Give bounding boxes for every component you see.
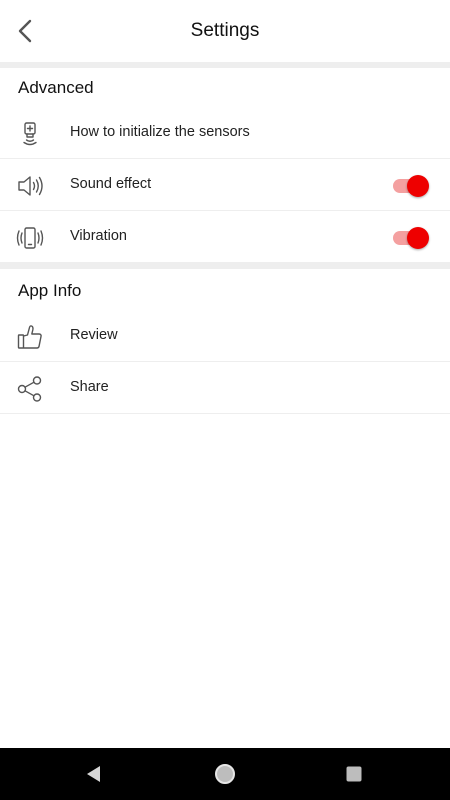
vibration-toggle[interactable] — [391, 226, 429, 249]
settings-row-label: Vibration — [70, 228, 127, 244]
settings-row-review[interactable]: Review — [0, 310, 450, 362]
section-header-app-info: App Info — [18, 281, 82, 300]
settings-screen: Settings Advanced How to initialize the … — [0, 0, 450, 800]
settings-row-label: How to initialize the sensors — [70, 124, 250, 140]
toggle-thumb — [407, 175, 429, 197]
toggle-thumb — [407, 227, 429, 249]
home-circle-icon — [215, 764, 235, 784]
thumbs-up-icon — [16, 323, 44, 351]
speaker-icon — [16, 172, 44, 200]
settings-row-initialize-sensors[interactable]: How to initialize the sensors — [0, 107, 450, 159]
app-bar: Settings — [0, 0, 450, 62]
back-triangle-icon — [87, 766, 100, 782]
system-home-button[interactable] — [211, 760, 239, 788]
system-navigation-bar — [0, 748, 450, 800]
share-icon — [16, 375, 44, 403]
sensor-icon — [16, 120, 44, 148]
settings-row-vibration[interactable]: Vibration — [0, 211, 450, 263]
system-recents-button[interactable] — [340, 760, 368, 788]
page-title: Settings — [190, 20, 260, 41]
vibration-icon — [16, 224, 44, 252]
sound-effect-toggle[interactable] — [391, 174, 429, 197]
section-divider — [0, 263, 450, 269]
settings-row-sound-effect[interactable]: Sound effect — [0, 159, 450, 211]
settings-row-label: Share — [70, 379, 109, 395]
recents-square-icon — [346, 766, 362, 782]
settings-row-label: Review — [70, 327, 118, 343]
section-divider — [0, 62, 450, 68]
settings-row-label: Sound effect — [70, 176, 152, 192]
settings-row-share[interactable]: Share — [0, 362, 450, 414]
section-header-advanced: Advanced — [18, 78, 94, 97]
system-back-button[interactable] — [80, 760, 108, 788]
